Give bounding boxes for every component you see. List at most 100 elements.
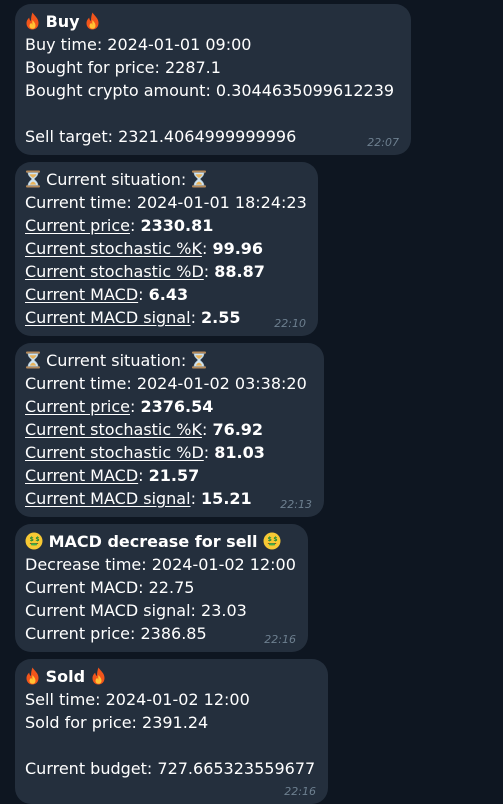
fire-icon: [25, 667, 40, 685]
message-line: Sell time: 2024-01-02 12:00: [25, 688, 318, 711]
hourglass-icon: [191, 351, 207, 369]
metric-label: Current MACD: [25, 285, 139, 304]
message-bubble-situation[interactable]: Current situation: Current time: 2024-01…: [15, 162, 318, 336]
metric-label: Current stochastic %K: [25, 420, 202, 439]
message-bubble-macd-decrease[interactable]: MACD decrease for sell Decrease time: 20…: [15, 524, 308, 652]
message-title: Current situation:: [25, 349, 314, 372]
message-timestamp: 22:16: [284, 785, 316, 798]
line-value: 2024-01-01 18:24:23: [136, 193, 307, 212]
line-value: 2024-01-02 12:00: [151, 555, 296, 574]
metric-value: 99.96: [212, 239, 264, 258]
message-bubble-situation[interactable]: Current situation: Current time: 2024-01…: [15, 343, 324, 517]
metric-label: Current MACD signal: [25, 489, 191, 508]
line-label: Current time:: [25, 193, 137, 212]
metric-label: Current stochastic %K: [25, 239, 202, 258]
metric-value: 88.87: [214, 262, 265, 281]
line-value: 2287.1: [164, 58, 221, 77]
metric-value: 2.55: [201, 308, 241, 327]
metric-line: Current stochastic %D: 81.03: [25, 443, 265, 462]
metric-value: 6.43: [148, 285, 189, 304]
message-line: Buy time: 2024-01-01 09:00: [25, 33, 401, 56]
line-value: 22.75: [148, 578, 195, 597]
metric-line: Current MACD: 21.57: [25, 466, 200, 485]
hourglass-icon: [191, 170, 207, 188]
line-value: 2024-01-02 03:38:20: [136, 374, 307, 393]
message-line: Bought for price: 2287.1: [25, 56, 401, 79]
line-value: 2391.24: [142, 713, 209, 732]
metric-line: Current price: 2330.81: [25, 216, 214, 235]
message-bubble-buy[interactable]: Buy Buy time: 2024-01-01 09:00 Bought fo…: [15, 4, 411, 155]
metric-line: Current price: 2376.54: [25, 397, 214, 416]
metric-value: 81.03: [214, 443, 265, 462]
fire-icon: [25, 12, 40, 30]
metric-line: Current stochastic %K: 99.96: [25, 239, 264, 258]
line-label: Current MACD:: [25, 578, 149, 597]
message-timestamp: 22:10: [274, 317, 306, 330]
message-timestamp: 22:13: [280, 498, 312, 511]
message-line: Decrease time: 2024-01-02 12:00: [25, 553, 298, 576]
line-label: Buy time:: [25, 35, 108, 54]
metric-label: Current MACD: [25, 466, 139, 485]
message-line: Current price: 2386.85: [25, 622, 298, 645]
metric-line: Current stochastic %K: 76.92: [25, 420, 264, 439]
line-label: Sell target:: [25, 127, 119, 146]
hourglass-icon: [25, 170, 41, 188]
line-value: 2386.85: [140, 624, 207, 643]
message-line: Sell target: 2321.4064999999996: [25, 125, 401, 148]
message-timestamp: 22:07: [367, 136, 399, 149]
metric-line: Current MACD: 6.43: [25, 285, 189, 304]
metric-line: Current stochastic %D: 88.87: [25, 262, 265, 281]
message-title-text: MACD decrease for sell: [48, 532, 258, 551]
line-value: 23.03: [201, 601, 247, 620]
line-label: Current price:: [25, 624, 141, 643]
message-line: Current MACD: 22.75: [25, 576, 298, 599]
message-line: Sold for price: 2391.24: [25, 711, 318, 734]
message-title: MACD decrease for sell: [25, 530, 298, 553]
metric-line: Current MACD signal: 2.55: [25, 308, 241, 327]
metric-value: 2330.81: [140, 216, 214, 235]
metric-value: 15.21: [201, 489, 252, 508]
line-label: Decrease time:: [25, 555, 152, 574]
line-label: Sell time:: [25, 690, 106, 709]
metric-label: Current price: [25, 216, 130, 235]
hourglass-icon: [25, 351, 41, 369]
metric-label: Current MACD signal: [25, 308, 191, 327]
line-value: 2321.4064999999996: [118, 127, 297, 146]
message-title-text: Current situation:: [46, 351, 187, 370]
line-label: Bought for price:: [25, 58, 165, 77]
line-label: Current budget:: [25, 759, 158, 778]
metric-value: 76.92: [212, 420, 264, 439]
metric-label: Current stochastic %D: [25, 443, 204, 462]
line-label: Sold for price:: [25, 713, 143, 732]
metric-label: Current price: [25, 397, 130, 416]
message-title: Current situation:: [25, 168, 308, 191]
message-line: Current time: 2024-01-02 03:38:20: [25, 372, 314, 395]
message-title-text: Buy: [45, 12, 80, 31]
message-feed: Buy Buy time: 2024-01-01 09:00 Bought fo…: [0, 0, 503, 804]
money-mouth-face-icon: [25, 532, 43, 550]
message-line: Current time: 2024-01-01 18:24:23: [25, 191, 308, 214]
fire-icon: [91, 667, 106, 685]
line-value: 2024-01-01 09:00: [107, 35, 252, 54]
message-title-text: Current situation:: [46, 170, 187, 189]
message-line: Current budget: 727.665323559677: [25, 757, 318, 780]
line-value: 0.3044635099612239: [215, 81, 395, 100]
message-line: Bought crypto amount: 0.3044635099612239: [25, 79, 401, 102]
line-value: 727.665323559677: [157, 759, 316, 778]
fire-icon: [85, 12, 100, 30]
line-label: Bought crypto amount:: [25, 81, 216, 100]
metric-value: 2376.54: [140, 397, 214, 416]
metric-line: Current MACD signal: 15.21: [25, 489, 252, 508]
message-title: Buy: [25, 10, 401, 33]
line-label: Current time:: [25, 374, 137, 393]
metric-value: 21.57: [148, 466, 200, 485]
message-title: Sold: [25, 665, 318, 688]
message-bubble-sold[interactable]: Sold Sell time: 2024-01-02 12:00 Sold fo…: [15, 659, 328, 804]
line-value: 2024-01-02 12:00: [105, 690, 250, 709]
message-title-text: Sold: [45, 667, 86, 686]
money-mouth-face-icon: [263, 532, 281, 550]
message-timestamp: 22:16: [264, 633, 296, 646]
line-label: Current MACD signal:: [25, 601, 202, 620]
